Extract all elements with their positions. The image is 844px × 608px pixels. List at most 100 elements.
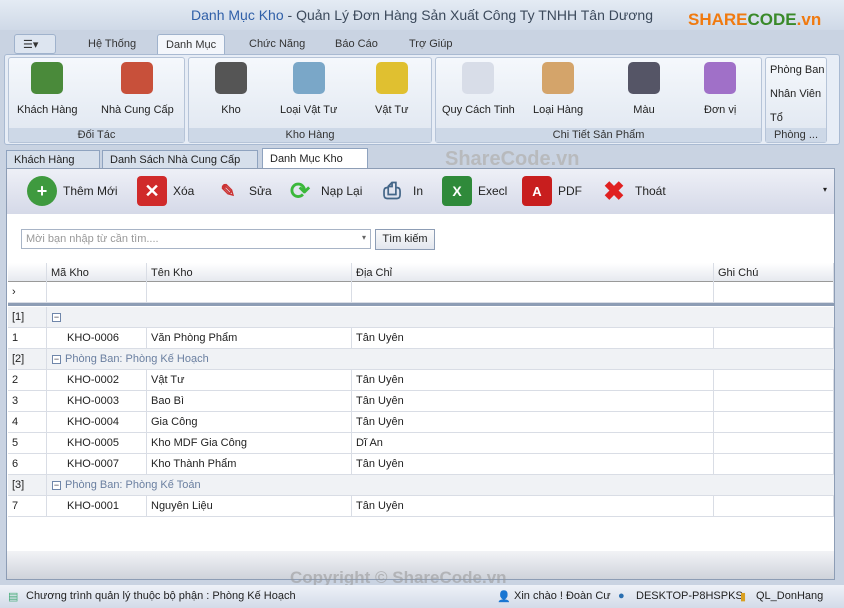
mau-button[interactable]: Màu [628, 62, 660, 116]
collapse-icon[interactable]: − [52, 312, 61, 322]
kho-button[interactable]: Kho [215, 62, 247, 116]
loai-hang-button[interactable]: Loại Hàng [533, 62, 583, 116]
globe-icon: ● [618, 590, 625, 602]
group-index[interactable]: [1] [8, 307, 47, 328]
collapse-icon[interactable]: − [52, 480, 61, 490]
table-row[interactable]: 3 KHO-0003 Bao Bì Tân Uyên [8, 391, 834, 412]
group-index[interactable]: [3] [8, 475, 47, 496]
cell-ma-kho: KHO-0007 [47, 454, 147, 475]
table-row[interactable]: 7 KHO-0001 Nguyên Liệu Tân Uyên [8, 496, 834, 517]
app-menu-button[interactable]: ☰▾ [14, 34, 56, 54]
tab-tro-giup[interactable]: Trợ Giúp [401, 34, 460, 54]
group-phong: Phòng Ban Nhân Viên Tổ Phòng ... [765, 57, 827, 143]
tab-chuc-nang[interactable]: Chức Năng [241, 34, 313, 54]
new-row-cell [714, 282, 834, 303]
cell-ma-kho: KHO-0006 [47, 328, 147, 349]
cell-ghi-chu [714, 391, 834, 412]
them-moi-button[interactable]: + Thêm Mới [27, 175, 118, 207]
tab-he-thong[interactable]: Hệ Thống [80, 34, 144, 54]
group-index[interactable]: [2] [8, 349, 47, 370]
tab-danh-muc[interactable]: Danh Mục [157, 34, 226, 54]
column-header-ghi-chu: Ghi Chú [714, 263, 834, 284]
group-row[interactable]: [3] − Phòng Ban: Phòng Kế Toán [8, 475, 834, 496]
group-label[interactable]: − Phòng Ban: Phòng Kế Toán [52, 475, 201, 496]
ribbon-tabs: ☰▾ Hệ Thống Danh Mục Chức Năng Báo Cáo T… [0, 30, 844, 54]
exit-icon: ✖ [603, 175, 625, 206]
cell-dia-chi: Tân Uyên [352, 496, 714, 517]
database-icon: ▮ [740, 591, 747, 603]
loai-vat-tu-button[interactable]: Loại Vật Tư [280, 62, 337, 116]
pdf-button[interactable]: A PDF [522, 175, 582, 207]
unit-icon [704, 62, 737, 94]
cell-ten-kho: Nguyên Liệu [147, 496, 352, 517]
collapse-icon[interactable]: − [52, 354, 61, 364]
group-kho-hang: Kho Loại Vật Tư Vật Tư Kho Hàng [188, 57, 432, 143]
thoat-button[interactable]: ✖ Thoát [599, 175, 666, 207]
phong-ban-button[interactable]: Phòng Ban [770, 64, 824, 76]
table-row[interactable]: 1 KHO-0006 Văn Phòng Phẩm Tân Uyên [8, 328, 834, 349]
new-row-indicator[interactable]: › [8, 282, 47, 303]
cell-ma-kho: KHO-0005 [47, 433, 147, 454]
cell-ten-kho: Kho MDF Gia Công [147, 433, 352, 454]
house-icon [215, 62, 247, 94]
don-vi-button[interactable]: Đơn vị [704, 62, 736, 116]
status-database: QL_DonHang [756, 590, 824, 602]
in-button[interactable]: ⎙ In [377, 175, 423, 207]
khach-hang-button[interactable]: Khách Hàng [17, 62, 78, 116]
row-number[interactable]: 5 [8, 433, 47, 454]
tab-bao-cao[interactable]: Báo Cáo [327, 34, 386, 54]
group-row[interactable]: [1] − [8, 307, 834, 328]
group-row[interactable]: [2] − Phòng Ban: Phòng Kế Hoạch [8, 349, 834, 370]
row-number[interactable]: 7 [8, 496, 47, 517]
excel-button[interactable]: X Execl [442, 175, 507, 207]
table-row[interactable]: 2 KHO-0002 Vật Tư Tân Uyên [8, 370, 834, 391]
boxes-icon [292, 62, 325, 94]
data-grid: Mã Kho Tên Kho Địa Chỉ Ghi Chú › [1] −1 KHO-000… [8, 263, 834, 551]
search-input[interactable]: Mời bạn nhập từ cần tìm.... ▾ [21, 229, 371, 249]
nha-cung-cap-button[interactable]: Nhà Cung Cấp [101, 62, 174, 116]
doc-tab-khach-hang[interactable]: Khách Hàng [6, 150, 100, 168]
ribbon: Khách Hàng Nhà Cung Cấp Đối Tác Kho Loại… [4, 54, 840, 145]
cell-ghi-chu [714, 454, 834, 475]
color-shield-icon [628, 62, 660, 94]
row-indicator-header[interactable] [8, 263, 47, 284]
user-icon: 👤 [497, 591, 511, 603]
spec-icon [462, 62, 495, 94]
customer-icon [31, 62, 64, 94]
cell-dia-chi: Tân Uyên [352, 370, 714, 391]
new-row[interactable]: › [8, 282, 834, 303]
nhan-vien-button[interactable]: Nhân Viên [770, 88, 821, 100]
doc-tab-danh-muc-kho[interactable]: Danh Mục Kho ✕ [262, 148, 368, 185]
xoa-button[interactable]: ✕ Xóa [137, 175, 194, 207]
search-button[interactable]: Tìm kiếm [375, 229, 435, 250]
table-row[interactable]: 5 KHO-0005 Kho MDF Gia Công Dĩ An [8, 433, 834, 454]
table-row[interactable]: 4 KHO-0004 Gia Công Tân Uyên [8, 412, 834, 433]
cell-ghi-chu [714, 412, 834, 433]
doc-tab-nha-cung-cap[interactable]: Danh Sách Nhà Cung Cấp [102, 150, 258, 168]
dropdown-icon[interactable]: ▾ [362, 233, 366, 242]
cell-dia-chi: Tân Uyên [352, 391, 714, 412]
nap-lai-button[interactable]: ⟳ Nạp Lại [285, 175, 362, 207]
sua-button[interactable]: ✎ Sửa [213, 175, 271, 207]
quy-cach-tinh-button[interactable]: Quy Cách Tinh [442, 62, 515, 116]
group-label[interactable]: − [52, 307, 65, 328]
cell-ma-kho: KHO-0004 [47, 412, 147, 433]
vat-tu-button[interactable]: Vật Tư [375, 62, 408, 116]
row-number[interactable]: 1 [8, 328, 47, 349]
table-row[interactable]: 6 KHO-0007 Kho Thành Phẩm Tân Uyên [8, 454, 834, 475]
row-number[interactable]: 6 [8, 454, 47, 475]
to-button[interactable]: Tổ [770, 112, 783, 124]
column-header-dia-chi: Địa Chỉ [352, 263, 714, 284]
row-number[interactable]: 4 [8, 412, 47, 433]
toolbar: + Thêm Mới ✕ Xóa ✎ Sửa ⟳ Nạp Lại ⎙ In X Execl … [7, 169, 834, 214]
cell-ghi-chu [714, 370, 834, 391]
status-machine: DESKTOP-P8HSPKS [636, 590, 743, 602]
new-row-cell [352, 282, 714, 303]
group-chi-tiet-san-pham: Quy Cách Tinh Loại Hàng Màu Đơn vị Chi T… [435, 57, 762, 143]
main-panel: + Thêm Mới ✕ Xóa ✎ Sửa ⟳ Nạp Lại ⎙ In X Execl … [6, 168, 835, 580]
grid-header[interactable]: Mã Kho Tên Kho Địa Chỉ Ghi Chú [8, 263, 834, 284]
row-number[interactable]: 2 [8, 370, 47, 391]
group-label[interactable]: − Phòng Ban: Phòng Kế Hoạch [52, 349, 209, 370]
toolbar-overflow-icon[interactable]: ▾ [823, 185, 827, 194]
row-number[interactable]: 3 [8, 391, 47, 412]
